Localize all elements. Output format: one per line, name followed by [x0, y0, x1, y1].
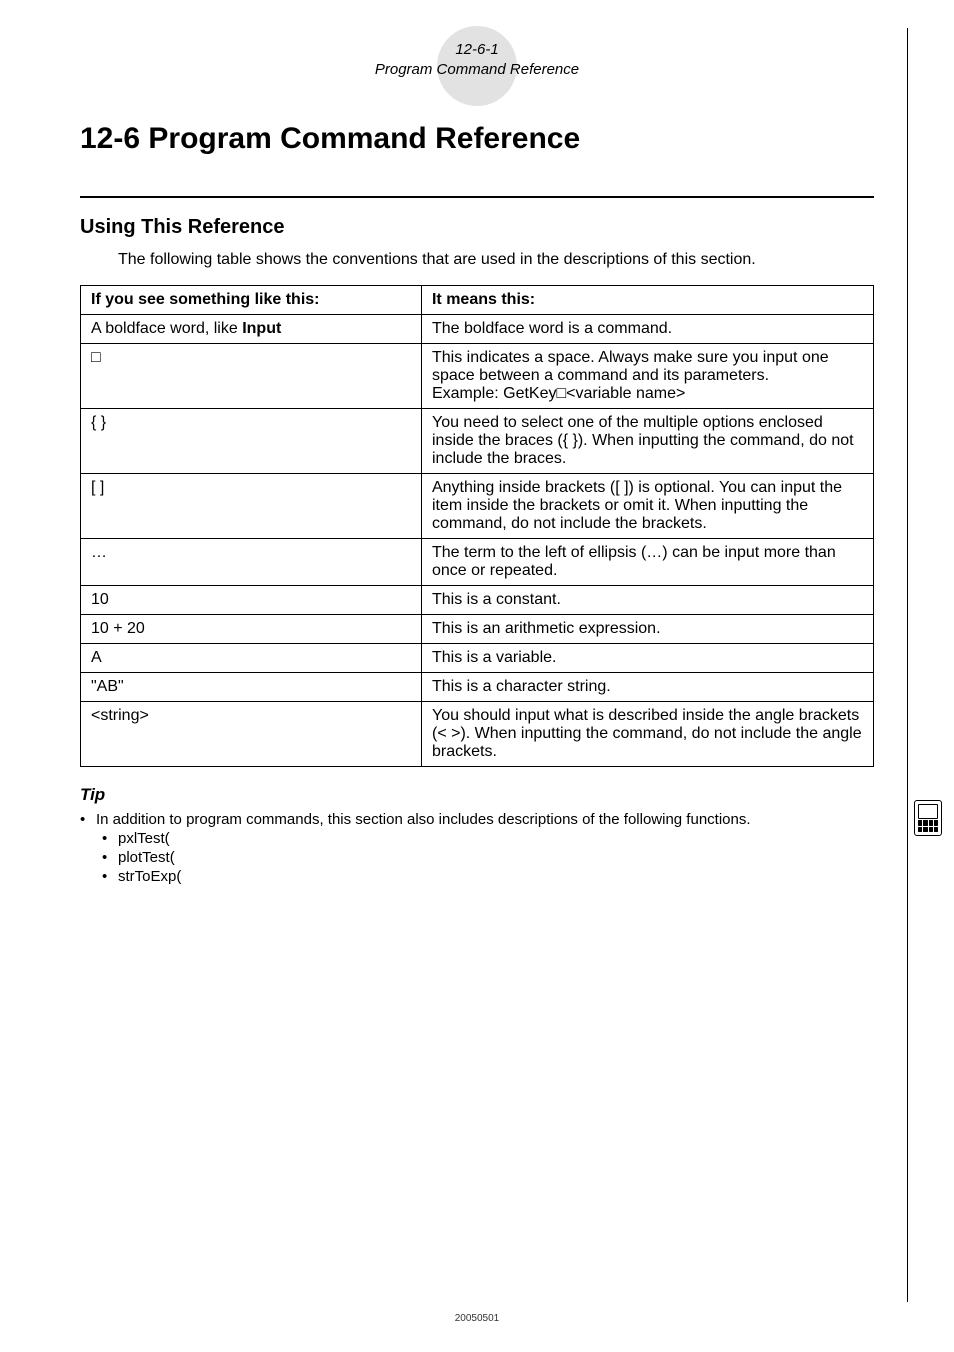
intro-text: The following table shows the convention… — [118, 251, 874, 269]
table-row: AThis is a variable. — [81, 644, 874, 673]
table-cell-right: The term to the left of ellipsis (…) can… — [421, 539, 873, 586]
bullet-dot-icon: • — [102, 868, 118, 885]
table-cell-right: You need to select one of the multiple o… — [421, 409, 873, 474]
table-cell-left: { } — [81, 409, 422, 474]
tip-body: • In addition to program commands, this … — [80, 811, 874, 885]
conventions-table: If you see something like this: It means… — [80, 285, 874, 767]
table-row: <string>You should input what is describ… — [81, 702, 874, 767]
footer-number: 20050501 — [455, 1313, 500, 1324]
header-section-num: 12-6-1 — [80, 40, 874, 60]
table-cell-right: This is an arithmetic expression. — [421, 615, 873, 644]
table-cell-right: This is a character string. — [421, 673, 873, 702]
table-row: 10This is a constant. — [81, 586, 874, 615]
table-row: …The term to the left of ellipsis (…) ca… — [81, 539, 874, 586]
section-subtitle: Using This Reference — [80, 216, 874, 239]
tip-item-text: pxlTest( — [118, 830, 170, 847]
table-cell-left: A — [81, 644, 422, 673]
table-row: { }You need to select one of the multipl… — [81, 409, 874, 474]
bullet-dot-icon: • — [102, 830, 118, 847]
table-cell-left: "AB" — [81, 673, 422, 702]
tip-sub-item: •pxlTest( — [102, 830, 874, 847]
table-head-right: It means this: — [421, 286, 873, 315]
table-head-left: If you see something like this: — [81, 286, 422, 315]
page-right-rule — [907, 28, 908, 1302]
table-row: "AB"This is a character string. — [81, 673, 874, 702]
tip-item-text: plotTest( — [118, 849, 175, 866]
bullet-dot-icon: • — [102, 849, 118, 866]
table-cell-right: The boldface word is a command. — [421, 315, 873, 344]
table-row: 10 + 20This is an arithmetic expression. — [81, 615, 874, 644]
table-cell-left: … — [81, 539, 422, 586]
table-row: [ ]Anything inside brackets ([ ]) is opt… — [81, 474, 874, 539]
table-cell-left: 10 + 20 — [81, 615, 422, 644]
tip-sub-item: •strToExp( — [102, 868, 874, 885]
table-cell-right: This is a variable. — [421, 644, 873, 673]
tip-sub-item: •plotTest( — [102, 849, 874, 866]
table-cell-left: □ — [81, 344, 422, 409]
table-cell-left: A boldface word, like Input — [81, 315, 422, 344]
table-cell-right: This is a constant. — [421, 586, 873, 615]
table-cell-left: 10 — [81, 586, 422, 615]
page-title: 12-6 Program Command Reference — [80, 122, 874, 156]
table-cell-right: Anything inside brackets ([ ]) is option… — [421, 474, 873, 539]
table-cell-left: [ ] — [81, 474, 422, 539]
title-separator — [80, 196, 874, 198]
table-cell-left: <string> — [81, 702, 422, 767]
tip-label: Tip — [80, 785, 874, 805]
table-cell-right: This indicates a space. Always make sure… — [421, 344, 873, 409]
table-row: □This indicates a space. Always make sur… — [81, 344, 874, 409]
tip-lead-text: In addition to program commands, this se… — [96, 811, 751, 828]
table-row: A boldface word, like InputThe boldface … — [81, 315, 874, 344]
tip-item-text: strToExp( — [118, 868, 181, 885]
bullet-dot-icon: • — [80, 811, 96, 828]
header-section-title: Program Command Reference — [80, 60, 874, 80]
table-cell-right: You should input what is described insid… — [421, 702, 873, 767]
header-badge: 12-6-1 Program Command Reference — [80, 30, 874, 102]
calculator-icon — [914, 800, 942, 836]
